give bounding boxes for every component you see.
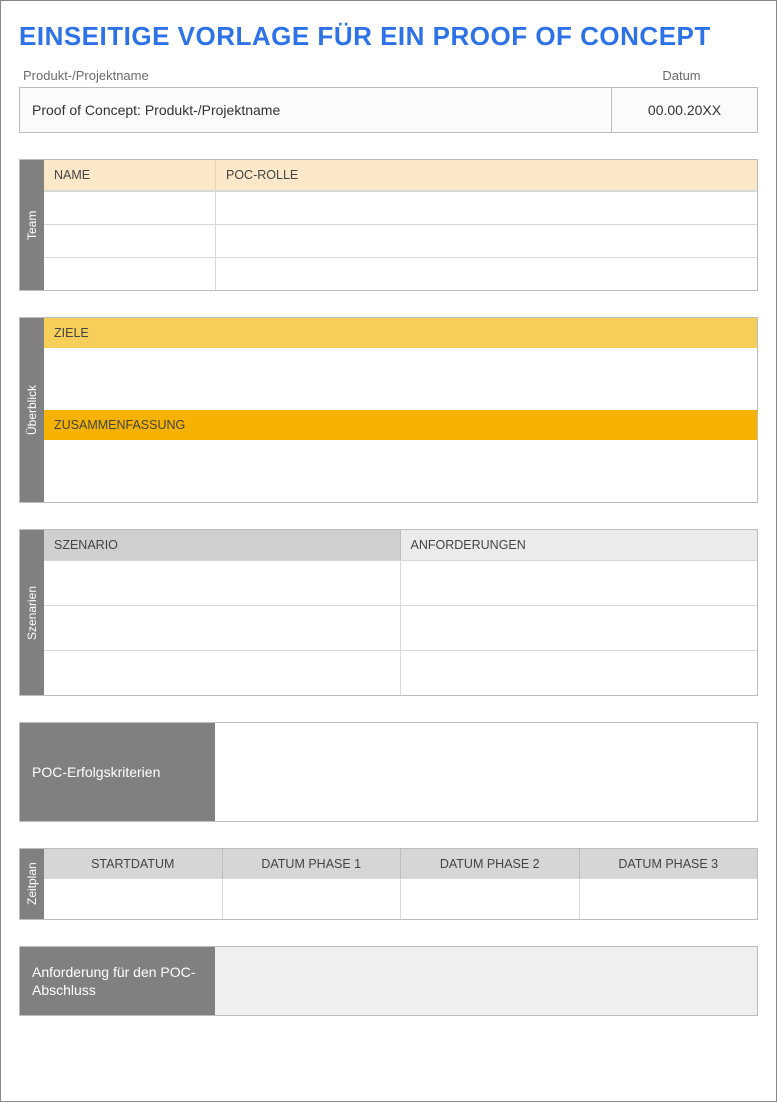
team-tab: Team bbox=[20, 160, 44, 290]
team-header-name: NAME bbox=[44, 160, 216, 191]
table-row bbox=[44, 605, 757, 650]
scenarios-tab: Szenarien bbox=[20, 530, 44, 695]
team-role-cell[interactable] bbox=[216, 258, 757, 290]
criteria-section: POC-Erfolgskriterien bbox=[19, 722, 758, 822]
scenario-cell[interactable] bbox=[44, 606, 401, 650]
closure-section: Anforderung für den POC-Abschluss bbox=[19, 946, 758, 1016]
goals-header: ZIELE bbox=[44, 318, 757, 348]
overview-section: Überblick ZIELE ZUSAMMENFASSUNG bbox=[19, 317, 758, 503]
closure-label: Anforderung für den POC-Abschluss bbox=[20, 947, 215, 1015]
requirements-cell[interactable] bbox=[401, 561, 758, 605]
team-name-cell[interactable] bbox=[44, 225, 216, 257]
timeline-p2-value[interactable] bbox=[401, 879, 580, 919]
scenarios-section: Szenarien SZENARIO ANFORDERUNGEN bbox=[19, 529, 758, 696]
timeline-tab: Zeitplan bbox=[20, 849, 44, 919]
timeline-section: Zeitplan STARTDATUM DATUM PHASE 1 DATUM … bbox=[19, 848, 758, 920]
timeline-header: STARTDATUM DATUM PHASE 1 DATUM PHASE 2 D… bbox=[44, 849, 757, 879]
date-label: Datum bbox=[609, 68, 754, 83]
team-name-cell[interactable] bbox=[44, 258, 216, 290]
date-value[interactable]: 00.00.20XX bbox=[612, 88, 757, 132]
project-name-label: Produkt-/Projektname bbox=[23, 68, 609, 83]
team-header: NAME POC-ROLLE bbox=[44, 160, 757, 191]
meta-row: Proof of Concept: Produkt-/Projektname 0… bbox=[19, 87, 758, 133]
meta-labels: Produkt-/Projektname Datum bbox=[19, 68, 758, 87]
summary-header: ZUSAMMENFASSUNG bbox=[44, 410, 757, 440]
table-row bbox=[44, 224, 757, 257]
team-name-cell[interactable] bbox=[44, 192, 216, 224]
table-row bbox=[44, 879, 757, 919]
criteria-label: POC-Erfolgskriterien bbox=[20, 723, 215, 821]
timeline-p3-value[interactable] bbox=[580, 879, 758, 919]
timeline-p1-header: DATUM PHASE 1 bbox=[223, 849, 402, 879]
team-role-cell[interactable] bbox=[216, 225, 757, 257]
timeline-p2-header: DATUM PHASE 2 bbox=[401, 849, 580, 879]
timeline-p1-value[interactable] bbox=[223, 879, 402, 919]
goals-value[interactable] bbox=[44, 348, 757, 410]
scenario-header: SZENARIO bbox=[44, 530, 401, 560]
team-header-role: POC-ROLLE bbox=[216, 160, 757, 191]
table-row bbox=[44, 650, 757, 695]
scenario-cell[interactable] bbox=[44, 651, 401, 695]
scenario-cell[interactable] bbox=[44, 561, 401, 605]
summary-value[interactable] bbox=[44, 440, 757, 502]
closure-value[interactable] bbox=[215, 947, 757, 1015]
requirements-cell[interactable] bbox=[401, 606, 758, 650]
overview-tab: Überblick bbox=[20, 318, 44, 502]
team-section: Team NAME POC-ROLLE bbox=[19, 159, 758, 291]
table-row bbox=[44, 191, 757, 224]
requirements-header: ANFORDERUNGEN bbox=[401, 530, 758, 560]
timeline-start-value[interactable] bbox=[44, 879, 223, 919]
team-role-cell[interactable] bbox=[216, 192, 757, 224]
project-name-value[interactable]: Proof of Concept: Produkt-/Projektname bbox=[20, 88, 612, 132]
requirements-cell[interactable] bbox=[401, 651, 758, 695]
page-title: EINSEITIGE VORLAGE FÜR EIN PROOF OF CONC… bbox=[19, 21, 758, 52]
criteria-value[interactable] bbox=[215, 723, 757, 821]
timeline-p3-header: DATUM PHASE 3 bbox=[580, 849, 758, 879]
table-row bbox=[44, 560, 757, 605]
scenarios-header: SZENARIO ANFORDERUNGEN bbox=[44, 530, 757, 560]
table-row bbox=[44, 257, 757, 290]
timeline-start-header: STARTDATUM bbox=[44, 849, 223, 879]
